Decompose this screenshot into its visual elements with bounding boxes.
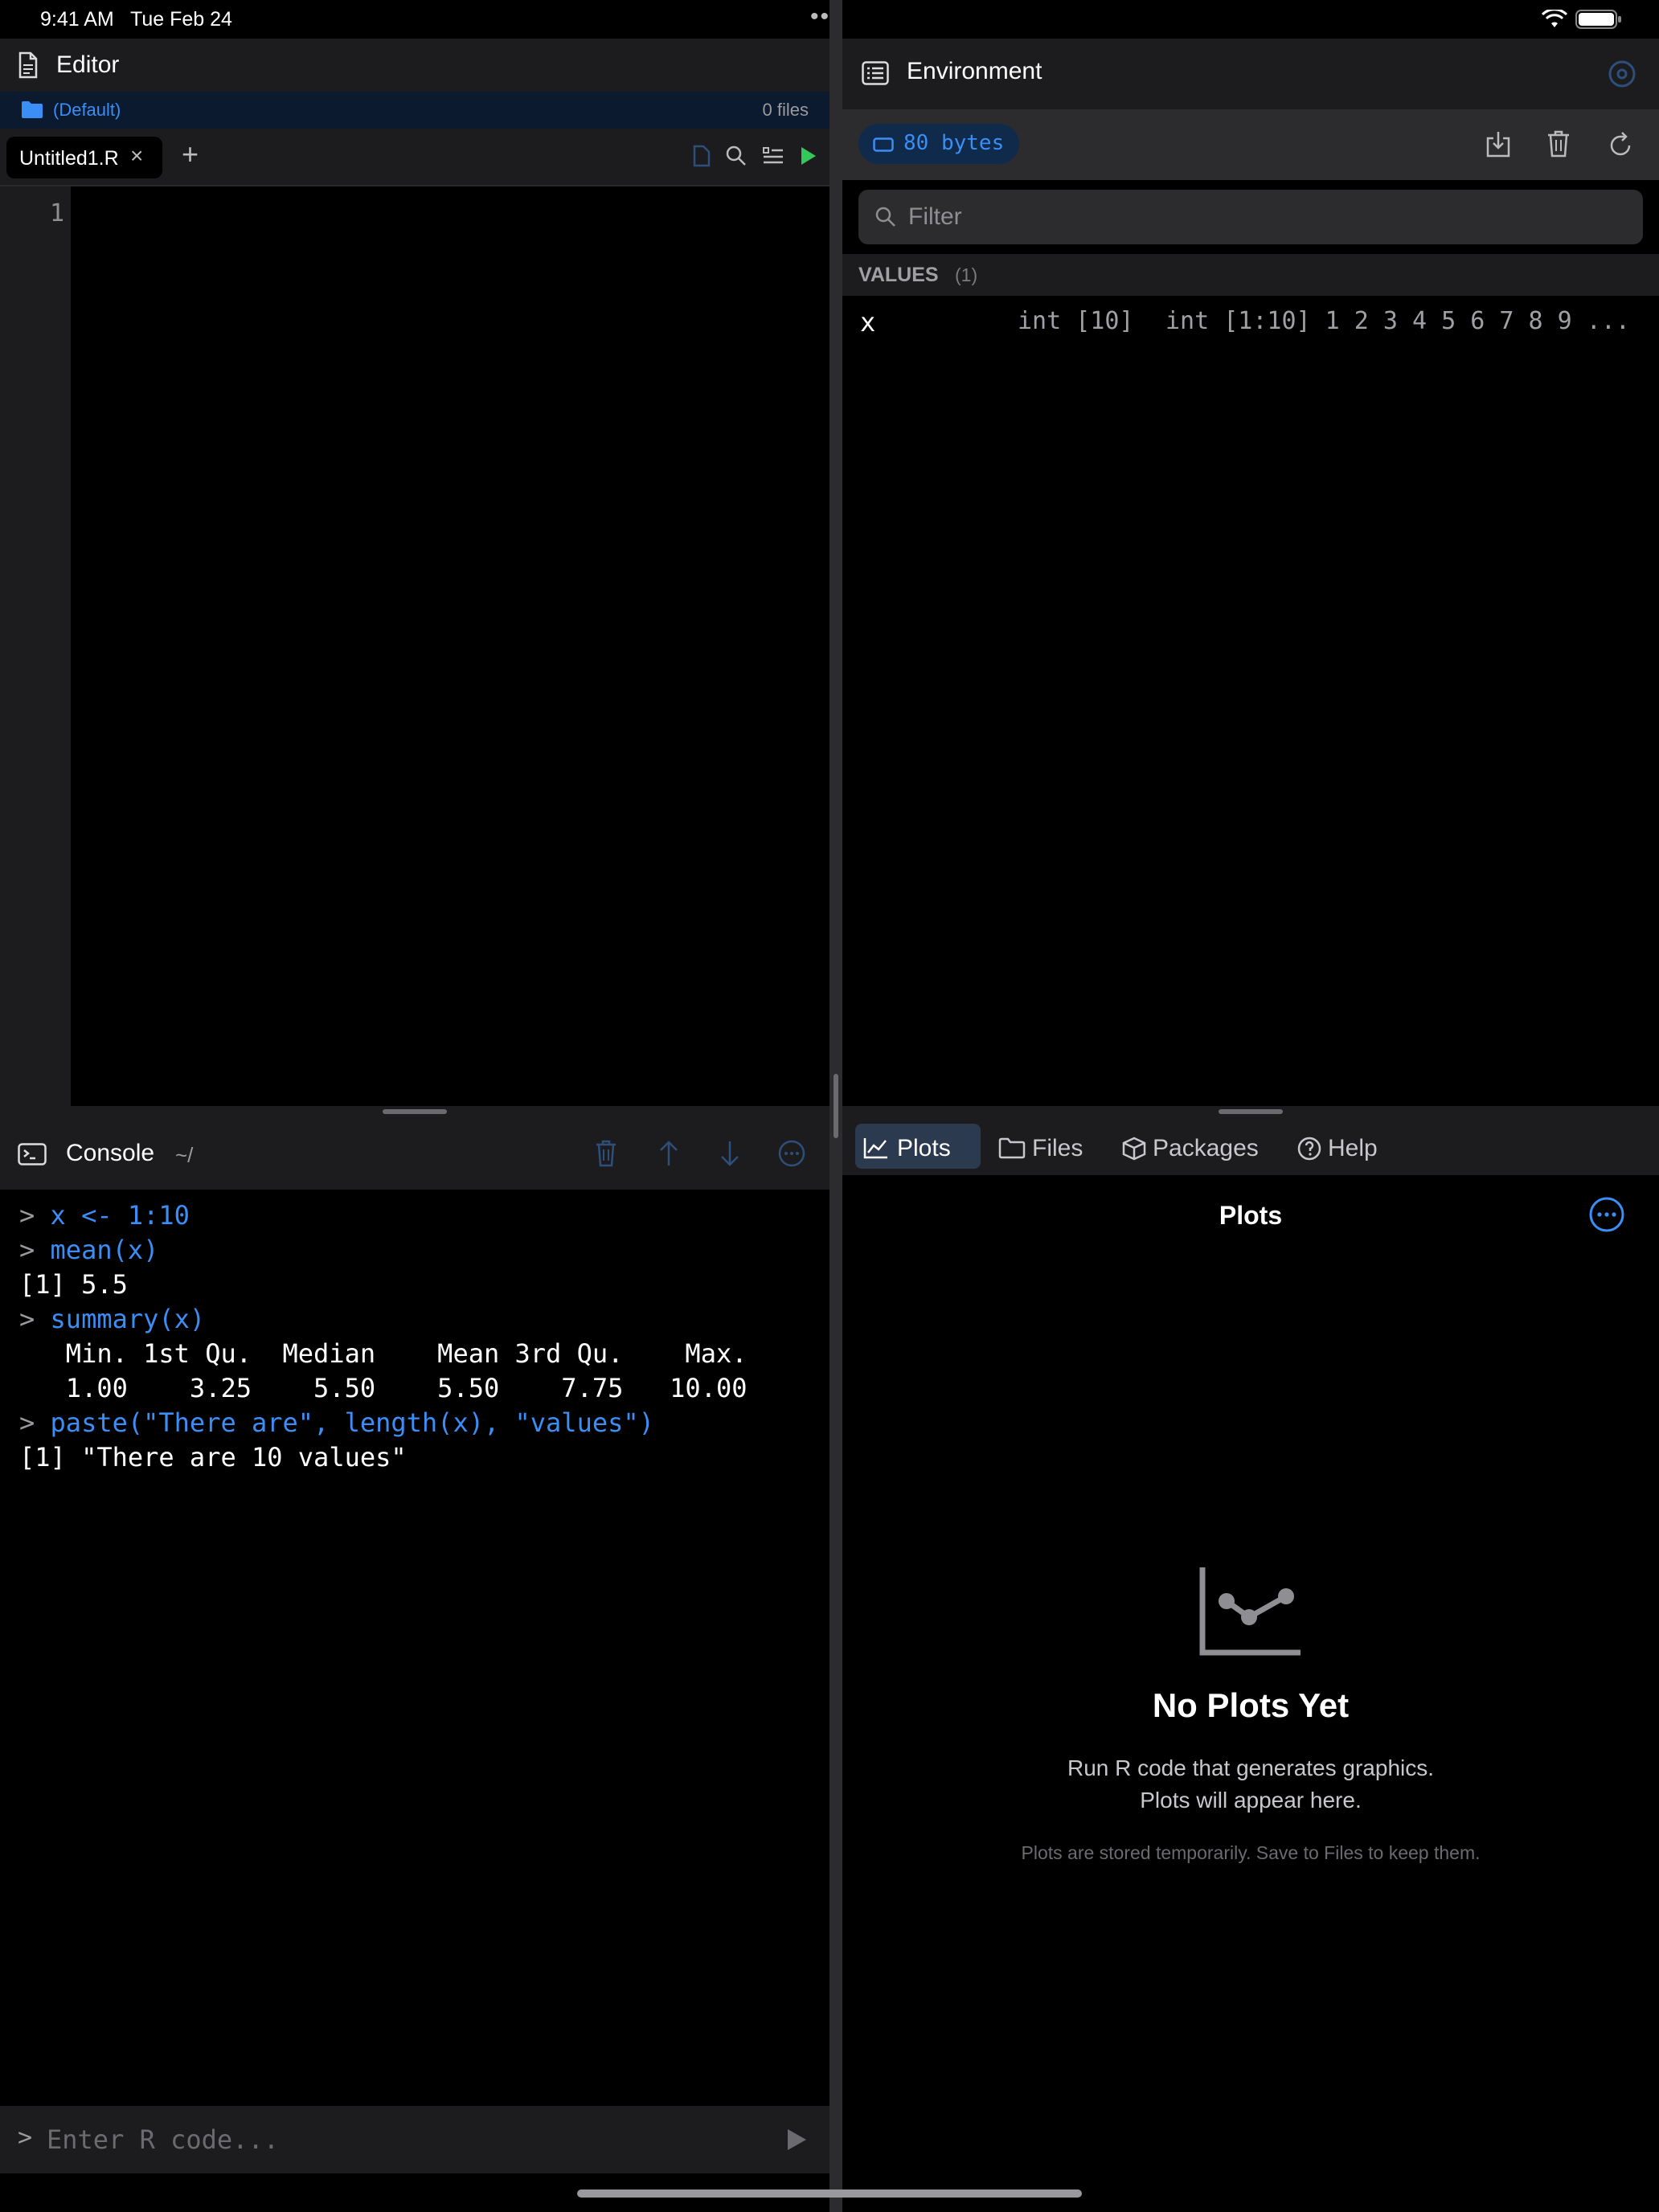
file-count: 0 files xyxy=(762,100,809,120)
trash-icon[interactable] xyxy=(595,1140,617,1167)
tab-untitled1[interactable]: Untitled1.R × xyxy=(6,137,162,178)
help-icon xyxy=(1297,1137,1321,1161)
editor-header: Editor xyxy=(0,39,830,92)
editor-console-splitter[interactable] xyxy=(0,1106,830,1117)
values-section-header: VALUES (1) xyxy=(842,254,1659,296)
folder-name[interactable]: (Default) xyxy=(53,100,121,121)
console-line: > x <- 1:10 xyxy=(19,1200,190,1231)
console-output[interactable]: > x <- 1:10 > mean(x) [1] 5.5 > summary(… xyxy=(0,1190,830,2106)
document-icon xyxy=(18,51,38,79)
arrow-up-icon[interactable] xyxy=(657,1140,680,1167)
folder-icon xyxy=(22,101,43,118)
empty-state-subtitle: Run R code that generates graphics. xyxy=(1067,1755,1435,1780)
storage-note: Plots are stored temporarily. Save to Fi… xyxy=(1021,1842,1481,1863)
console-line: 1.00 3.25 5.50 5.50 7.75 10.00 xyxy=(19,1373,763,1403)
left-pane: Editor (Default) 0 files Untitled1.R × +… xyxy=(0,0,830,2212)
console-line: > summary(x) xyxy=(19,1304,206,1334)
memory-icon xyxy=(873,137,894,152)
code-editor[interactable] xyxy=(71,186,830,1106)
console-line: [1] 5.5 xyxy=(19,1269,128,1300)
r-code-input[interactable] xyxy=(47,2119,770,2161)
filter-bar xyxy=(858,190,1643,244)
outline-icon[interactable] xyxy=(762,145,784,167)
chart-icon xyxy=(863,1138,887,1159)
more-options-icon[interactable] xyxy=(778,1140,805,1167)
variable-row[interactable]: x int [10] int [1:10] 1 2 3 4 5 6 7 8 9 … xyxy=(842,296,1659,347)
editor-tab-bar: Untitled1.R × + xyxy=(0,129,830,186)
console-header: Console ~/ xyxy=(0,1117,830,1190)
new-file-icon[interactable] xyxy=(693,145,711,167)
tab-label: Plots xyxy=(897,1135,951,1161)
console-line: > paste("There are", length(x), "values"… xyxy=(19,1407,654,1438)
console-line: > mean(x) xyxy=(19,1235,159,1265)
run-icon[interactable] xyxy=(799,145,818,167)
console-input-bar: > xyxy=(0,2106,830,2173)
editor-title: Editor xyxy=(56,51,120,78)
environment-plots-splitter[interactable] xyxy=(842,1106,1659,1117)
splitter-handle[interactable] xyxy=(834,1074,838,1138)
add-tab-button[interactable]: + xyxy=(182,138,199,170)
tab-label: Files xyxy=(1032,1135,1083,1161)
tab-files[interactable]: Files xyxy=(992,1124,1088,1169)
arrow-down-icon[interactable] xyxy=(719,1140,741,1167)
splitter-handle[interactable] xyxy=(383,1109,447,1114)
variable-name: x xyxy=(860,307,876,338)
folder-icon xyxy=(998,1137,1026,1159)
splitter-handle[interactable] xyxy=(1219,1109,1283,1114)
filter-input[interactable] xyxy=(908,198,1616,236)
bottom-tab-bar: Plots Files Packages Help xyxy=(842,1117,1659,1175)
close-tab-icon[interactable]: × xyxy=(130,143,143,169)
search-icon[interactable] xyxy=(725,145,748,167)
tab-label: Help xyxy=(1328,1135,1378,1161)
environment-title: Environment xyxy=(907,58,1043,84)
line-number-gutter: 1 xyxy=(0,186,71,1106)
gear-icon[interactable] xyxy=(1608,59,1636,88)
more-options-icon[interactable] xyxy=(1588,1196,1625,1233)
home-indicator[interactable] xyxy=(577,2189,1082,2198)
empty-state-subtitle: Plots will appear here. xyxy=(1140,1788,1362,1813)
project-folder-bar[interactable]: (Default) 0 files xyxy=(0,92,830,129)
line-number: 1 xyxy=(49,199,64,227)
memory-size: 80 bytes xyxy=(903,131,1005,155)
run-code-icon[interactable] xyxy=(784,2127,809,2153)
tab-label: Untitled1.R xyxy=(19,147,119,170)
refresh-icon[interactable] xyxy=(1608,130,1633,158)
import-icon[interactable] xyxy=(1485,130,1511,158)
environment-header: Environment xyxy=(842,39,1659,109)
tab-packages[interactable]: Packages xyxy=(1116,1124,1268,1169)
right-pane: Environment 80 bytes VALUES (1) x int [1… xyxy=(842,0,1659,2212)
input-prompt: > xyxy=(18,2124,33,2152)
tab-help[interactable]: Help xyxy=(1292,1124,1389,1169)
values-label: VALUES xyxy=(858,264,939,286)
vertical-splitter[interactable] xyxy=(830,0,842,2212)
tab-label: Packages xyxy=(1153,1135,1259,1161)
plots-title: Plots xyxy=(1219,1201,1283,1230)
tab-plots[interactable]: Plots xyxy=(855,1124,981,1169)
memory-badge: 80 bytes xyxy=(858,124,1019,164)
variable-type: int [10] xyxy=(1018,307,1134,335)
chart-placeholder-icon xyxy=(1199,1567,1301,1656)
environment-toolbar: 80 bytes xyxy=(842,109,1659,180)
package-icon xyxy=(1122,1137,1146,1161)
console-line: Min. 1st Qu. Median Mean 3rd Qu. Max. xyxy=(19,1338,763,1369)
environment-icon xyxy=(862,61,889,85)
search-icon xyxy=(875,207,895,227)
terminal-icon xyxy=(18,1143,47,1165)
console-title: Console xyxy=(66,1140,155,1166)
console-line: [1] "There are 10 values" xyxy=(19,1442,407,1473)
trash-icon[interactable] xyxy=(1546,130,1571,158)
working-directory: ~/ xyxy=(175,1143,194,1167)
empty-state-title: No Plots Yet xyxy=(1152,1686,1350,1724)
values-count: (1) xyxy=(955,264,978,285)
variable-value: int [1:10] 1 2 3 4 5 6 7 8 9 ... xyxy=(1165,307,1630,335)
